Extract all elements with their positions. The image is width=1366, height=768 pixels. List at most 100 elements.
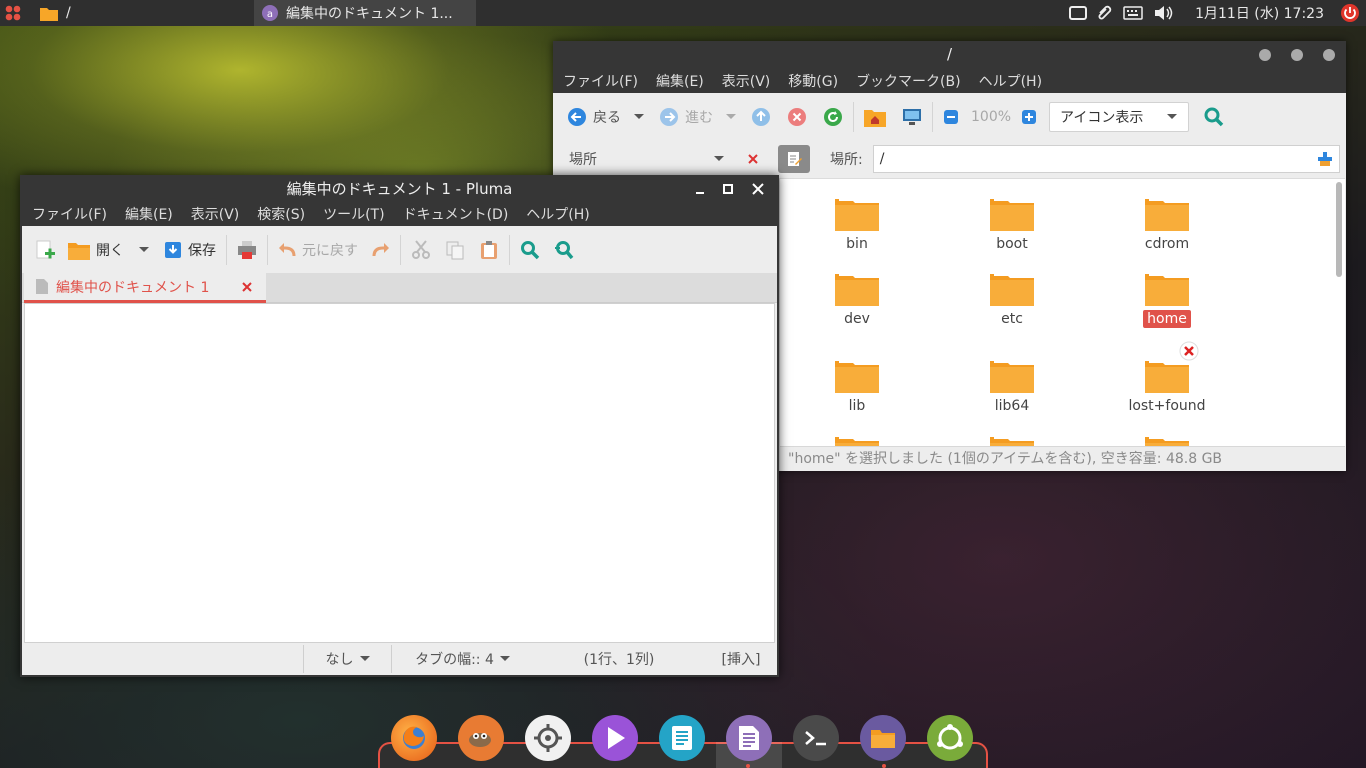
highlight-mode-select[interactable]: なし <box>303 645 391 673</box>
zoom-out-icon[interactable] <box>943 109 959 125</box>
tab-document-1[interactable]: 編集中のドキュメント 1 <box>24 273 266 303</box>
terminal-icon[interactable] <box>793 715 839 761</box>
forward-history-chevron-icon[interactable] <box>725 113 737 121</box>
maximize-button[interactable] <box>1291 49 1303 61</box>
folder-item-dev[interactable]: dev <box>792 270 922 328</box>
main-menu-button[interactable] <box>0 0 26 26</box>
stop-icon[interactable] <box>787 107 807 127</box>
save-icon <box>165 241 181 258</box>
minimize-button[interactable] <box>1259 49 1271 61</box>
folder-item-lost-found[interactable]: lost+found <box>1102 341 1232 415</box>
menu-bookmarks[interactable]: ブックマーク(B) <box>846 71 969 91</box>
menu-view[interactable]: 表示(V) <box>181 204 248 224</box>
back-history-chevron-icon[interactable] <box>633 113 645 121</box>
menu-edit[interactable]: 編集(E) <box>115 204 181 224</box>
zoom-level: 100% <box>971 108 1012 125</box>
back-button[interactable]: 戻る <box>567 107 621 127</box>
undo-button[interactable]: 元に戻す <box>278 240 358 260</box>
ubuntu-mate-icon[interactable] <box>927 715 973 761</box>
text-document-icon[interactable] <box>659 715 705 761</box>
menu-documents[interactable]: ドキュメント(D) <box>393 204 517 224</box>
view-mode-select[interactable]: アイコン表示 <box>1049 101 1190 132</box>
copy-icon[interactable] <box>445 240 465 260</box>
redo-icon[interactable] <box>372 242 390 258</box>
open-folder-icon <box>68 242 90 260</box>
open-button[interactable]: 開く <box>68 240 124 260</box>
pluma-icon[interactable] <box>726 715 772 761</box>
computer-icon[interactable] <box>902 108 922 126</box>
main-menu-icon <box>5 5 21 21</box>
volume-icon[interactable] <box>1153 5 1173 21</box>
menu-file[interactable]: ファイル(F) <box>553 71 646 91</box>
folder-item-lib64[interactable]: lib64 <box>947 357 1077 415</box>
folder-item-partial[interactable] <box>947 433 1077 446</box>
tab-close-icon[interactable] <box>242 281 252 292</box>
text-editor-titlebar[interactable]: 編集中のドキュメント 1 - Pluma <box>22 177 777 201</box>
settings-icon[interactable] <box>525 715 571 761</box>
location-toggle-button[interactable] <box>778 145 810 173</box>
forward-button[interactable]: 進む <box>659 107 713 127</box>
recent-files-chevron-icon[interactable] <box>138 246 150 254</box>
bookmark-add-icon[interactable] <box>1317 151 1333 167</box>
search-replace-icon[interactable] <box>554 240 574 260</box>
save-button[interactable]: 保存 <box>164 240 216 260</box>
file-manager-titlebar[interactable]: / <box>553 41 1346 68</box>
display-icon[interactable] <box>1069 5 1088 21</box>
menu-search[interactable]: 検索(S) <box>247 204 313 224</box>
places-button[interactable]: / <box>40 5 71 21</box>
new-document-icon[interactable] <box>34 239 56 261</box>
files-icon[interactable] <box>860 715 906 761</box>
close-button[interactable] <box>1323 49 1335 61</box>
minimize-button[interactable] <box>686 177 714 201</box>
document-tabbar: 編集中のドキュメント 1 <box>22 273 777 303</box>
print-icon[interactable] <box>237 240 257 260</box>
folder-name: home <box>1143 310 1191 328</box>
home-folder-icon[interactable] <box>864 107 886 127</box>
folder-item-home[interactable]: home <box>1102 270 1232 328</box>
folder-item-etc[interactable]: etc <box>947 270 1077 328</box>
firefox-icon[interactable] <box>391 715 437 761</box>
menu-help[interactable]: ヘルプ(H) <box>969 71 1050 91</box>
menu-go[interactable]: 移動(G) <box>778 71 846 91</box>
power-icon[interactable] <box>1340 3 1360 23</box>
location-label: 場所: <box>830 152 863 168</box>
keyboard-icon[interactable] <box>1123 6 1143 20</box>
menu-tools[interactable]: ツール(T) <box>313 204 392 224</box>
taskbar-task-pluma[interactable]: a 編集中のドキュメント 1... <box>254 0 476 26</box>
location-input[interactable]: / <box>872 145 1340 173</box>
menu-file[interactable]: ファイル(F) <box>22 204 115 224</box>
reload-icon[interactable] <box>823 107 843 127</box>
paste-icon[interactable] <box>479 240 499 260</box>
search-icon[interactable] <box>1203 106 1225 128</box>
media-player-icon[interactable] <box>592 715 638 761</box>
folder-item-boot[interactable]: boot <box>947 195 1077 253</box>
search-icon[interactable] <box>520 240 540 260</box>
svg-text:a: a <box>267 9 273 20</box>
up-arrow-icon[interactable] <box>751 107 771 127</box>
folder-item-partial[interactable] <box>792 433 922 446</box>
folder-item-lib[interactable]: lib <box>792 357 922 415</box>
icon-view-scrollbar[interactable] <box>1336 182 1342 277</box>
folder-icon <box>1145 341 1199 393</box>
clock[interactable]: 1月11日 (水) 17:23 <box>1195 3 1324 23</box>
menu-help[interactable]: ヘルプ(H) <box>516 204 597 224</box>
gimp-icon[interactable] <box>458 715 504 761</box>
maximize-button[interactable] <box>714 177 742 201</box>
location-row: 場所 場所: / <box>553 140 1346 178</box>
folder-item-cdrom[interactable]: cdrom <box>1102 195 1232 253</box>
maximize-icon <box>723 184 733 194</box>
text-editing-area[interactable] <box>24 303 775 643</box>
close-button[interactable] <box>744 177 772 201</box>
tab-width-select[interactable]: タブの幅:: 4 <box>391 645 533 673</box>
menu-view[interactable]: 表示(V) <box>712 71 779 91</box>
clip-icon[interactable] <box>1097 4 1113 22</box>
sidebar-close-icon[interactable] <box>748 154 758 164</box>
sidebar-chevron-icon[interactable] <box>713 155 725 163</box>
undo-label: 元に戻す <box>302 242 358 259</box>
folder-item-bin[interactable]: bin <box>792 195 922 253</box>
cut-icon[interactable] <box>411 239 431 260</box>
folder-item-partial[interactable] <box>1102 433 1232 446</box>
file-manager-menubar: ファイル(F) 編集(E) 表示(V) 移動(G) ブックマーク(B) ヘルプ(… <box>553 68 1346 93</box>
menu-edit[interactable]: 編集(E) <box>646 71 712 91</box>
zoom-in-icon[interactable] <box>1021 109 1037 125</box>
